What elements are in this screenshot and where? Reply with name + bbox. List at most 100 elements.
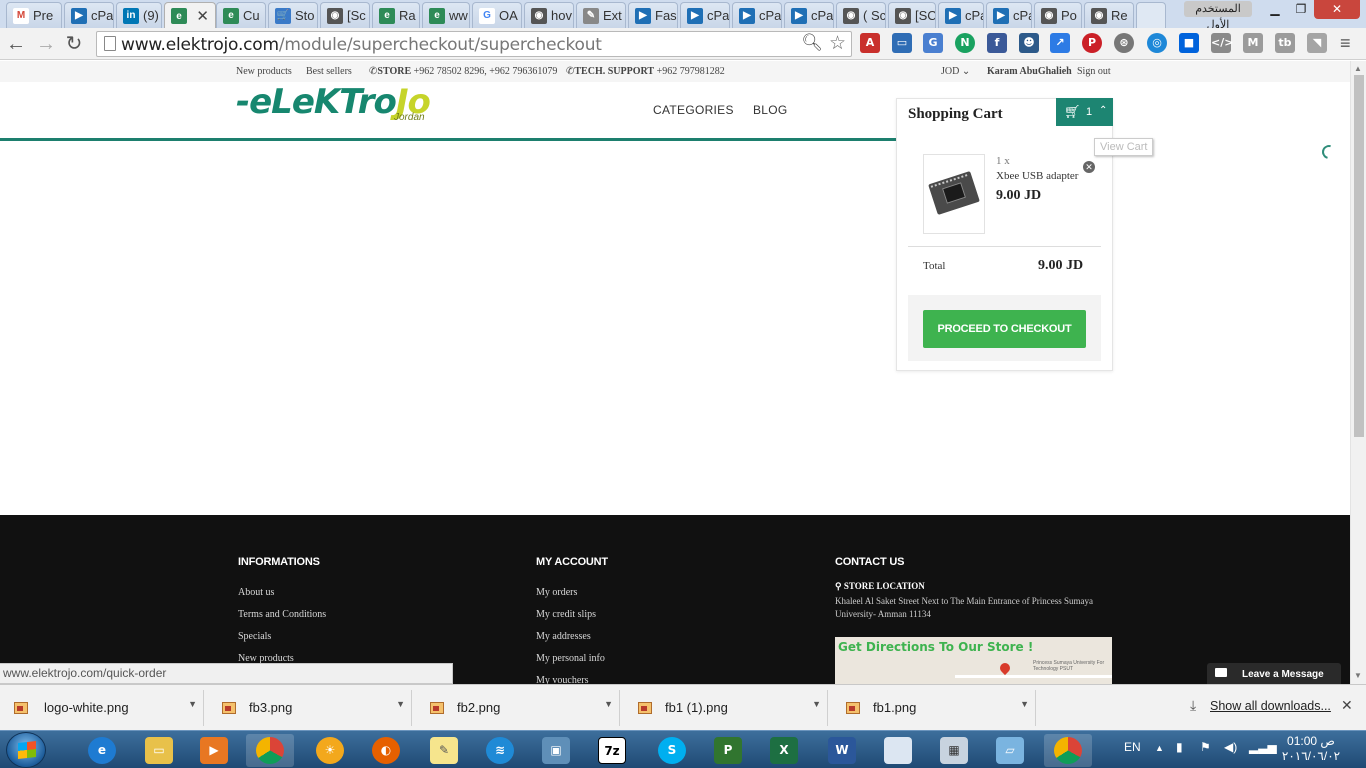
chevron-down-icon[interactable]: ▼ [396,699,405,709]
taskbar-ie[interactable]: e [78,734,126,767]
leave-message-button[interactable]: Leave a Message [1207,663,1341,684]
taskbar-firefox[interactable]: ◐ [362,734,410,767]
footer-link[interactable]: My credit slips [536,609,596,620]
scroll-up-icon[interactable]: ▲ [1354,64,1362,73]
taskbar-explorer[interactable]: ▭ [135,734,183,767]
pdf-extension-icon[interactable]: A [860,33,880,53]
rss-icon[interactable]: ◥ [1307,33,1327,53]
taskbar-chrome-user[interactable] [246,734,294,767]
chevron-down-icon[interactable]: ▼ [188,699,197,709]
facebook-icon[interactable]: f [987,33,1007,53]
tab-item[interactable]: ◉ Re [1084,2,1134,28]
battery-icon[interactable]: ▮ [1176,740,1183,754]
download-item[interactable]: fb1.png ▼ [836,690,1036,726]
tray-expand-icon[interactable]: ▲ [1155,743,1164,753]
tab-item[interactable]: ◉ ( Sc [836,2,886,28]
download-item[interactable]: fb2.png ▼ [420,690,620,726]
download-item[interactable]: fb3.png ▼ [212,690,412,726]
chevron-down-icon[interactable]: ▼ [1020,699,1029,709]
footer-link[interactable]: My personal info [536,653,605,664]
maximize-icon[interactable]: ❐ [1289,0,1313,19]
currency-selector[interactable]: JOD ⌄ [941,66,970,77]
proceed-to-checkout-button[interactable]: PROCEED TO CHECKOUT [923,310,1086,348]
tab-item[interactable]: ◉ [SC [888,2,936,28]
translate-extension-icon[interactable]: G [923,33,943,53]
tab-item[interactable]: ▶ cPa [938,2,984,28]
film-extension-icon[interactable]: ⊛ [1114,33,1134,53]
account-name[interactable]: Karam AbuGhalieh [987,66,1072,77]
network-signal-icon[interactable]: ▂▃▅ [1249,740,1277,754]
minimize-icon[interactable]: ▁ [1262,0,1288,19]
taskbar-7zip[interactable]: 7z [588,734,636,767]
window-close-icon[interactable]: ✕ [1314,0,1360,19]
download-item[interactable]: logo-white.png ▼ [4,690,204,726]
bookmark-star-icon[interactable]: ☆ [829,32,846,55]
close-shelf-icon[interactable]: ✕ [1341,697,1353,714]
back-icon[interactable]: ← [4,32,28,56]
zoom-icon[interactable]: 🔍︎ [801,33,823,53]
close-icon[interactable]: ✕ [196,7,209,25]
m-extension-icon[interactable]: M [1243,33,1263,53]
taskbar-display[interactable]: ▣ [532,734,580,767]
footer-link[interactable]: My vouchers [536,675,589,684]
tab-item[interactable]: ▶ cPa [680,2,730,28]
nav-categories[interactable]: CATEGORIES [653,103,734,117]
address-bar[interactable]: www.elektrojo.com/module/supercheckout/s… [96,31,852,57]
remove-item-icon[interactable]: ✕ [1083,161,1095,173]
tab-gmail[interactable]: M Pre [6,2,62,28]
tab-item[interactable]: e Cu [216,2,266,28]
footer-link[interactable]: Terms and Conditions [238,609,326,620]
taskbar-skype[interactable]: S [648,734,696,767]
analytics-extension-icon[interactable]: ↗ [1050,33,1070,53]
footer-link[interactable]: About us [238,587,274,598]
tab-item[interactable]: e ww [422,2,470,28]
tab-item[interactable]: ▶ cPa [784,2,834,28]
start-button[interactable] [6,732,46,768]
forward-icon[interactable]: → [34,32,58,56]
best-sellers-link[interactable]: Best sellers [306,66,352,77]
chevron-down-icon[interactable]: ▼ [812,699,821,709]
show-all-downloads-link[interactable]: Show all downloads... [1210,699,1331,713]
chevron-down-icon[interactable]: ▼ [604,699,613,709]
tab-item[interactable]: e Ra [372,2,420,28]
pinterest-icon[interactable]: P [1082,33,1102,53]
volume-icon[interactable]: ◀) [1224,740,1237,754]
tab-item[interactable]: ▶ Fas [628,2,678,28]
new-tab-button[interactable] [1136,2,1166,28]
tab-item[interactable]: ▶ cPa [986,2,1032,28]
taskbar-wifi[interactable]: ≋ [476,734,524,767]
footer-link[interactable]: My orders [536,587,577,598]
reload-icon[interactable]: ↻ [62,32,86,56]
new-extension-icon[interactable]: N [955,33,975,53]
sign-out-link[interactable]: Sign out [1077,66,1111,77]
taskbar-word[interactable]: W [818,734,866,767]
taskbar-excel[interactable]: X [760,734,808,767]
profile-extension-icon[interactable]: ☻ [1019,33,1039,53]
taskbar-app2[interactable]: ▱ [986,734,1034,767]
cart-item-name[interactable]: Xbee USB adapter [996,170,1080,182]
tab-linkedin[interactable]: in (9) [116,2,162,28]
site-logo[interactable]: -eLeKTroJo Jordan [236,82,456,124]
tab-item[interactable]: 🛒 Sto [268,2,318,28]
taskbar-notes[interactable]: ✎ [420,734,468,767]
scroll-down-icon[interactable]: ▼ [1354,671,1362,680]
scrollbar-thumb[interactable] [1354,75,1364,437]
taskbar-media[interactable]: ▶ [190,734,238,767]
taskbar-calculator[interactable]: ▦ [930,734,978,767]
system-clock[interactable]: 01:00 ص ٢٠١٦/٠٦/٠٢ [1276,734,1346,764]
taskbar-chrome[interactable] [1044,734,1092,767]
taskbar-document[interactable] [874,734,922,767]
code-extension-icon[interactable]: </> [1211,33,1233,53]
tab-cpanel[interactable]: ▶ cPa [64,2,114,28]
product-thumbnail[interactable] [923,154,985,234]
tab-active[interactable]: e ✕ [164,2,216,29]
tab-item[interactable]: ✎ Ext [576,2,626,28]
flag-icon[interactable]: ⚑ [1200,740,1211,754]
taskbar-project[interactable]: P [704,734,752,767]
footer-link[interactable]: Specials [238,631,271,642]
circle-extension-icon[interactable]: ◎ [1147,33,1167,53]
download-item[interactable]: fb1 (1).png ▼ [628,690,828,726]
taskbar-app[interactable]: ☀ [306,734,354,767]
tab-item[interactable]: ◉ hov [524,2,574,28]
delicious-icon[interactable]: ■ [1179,33,1199,53]
